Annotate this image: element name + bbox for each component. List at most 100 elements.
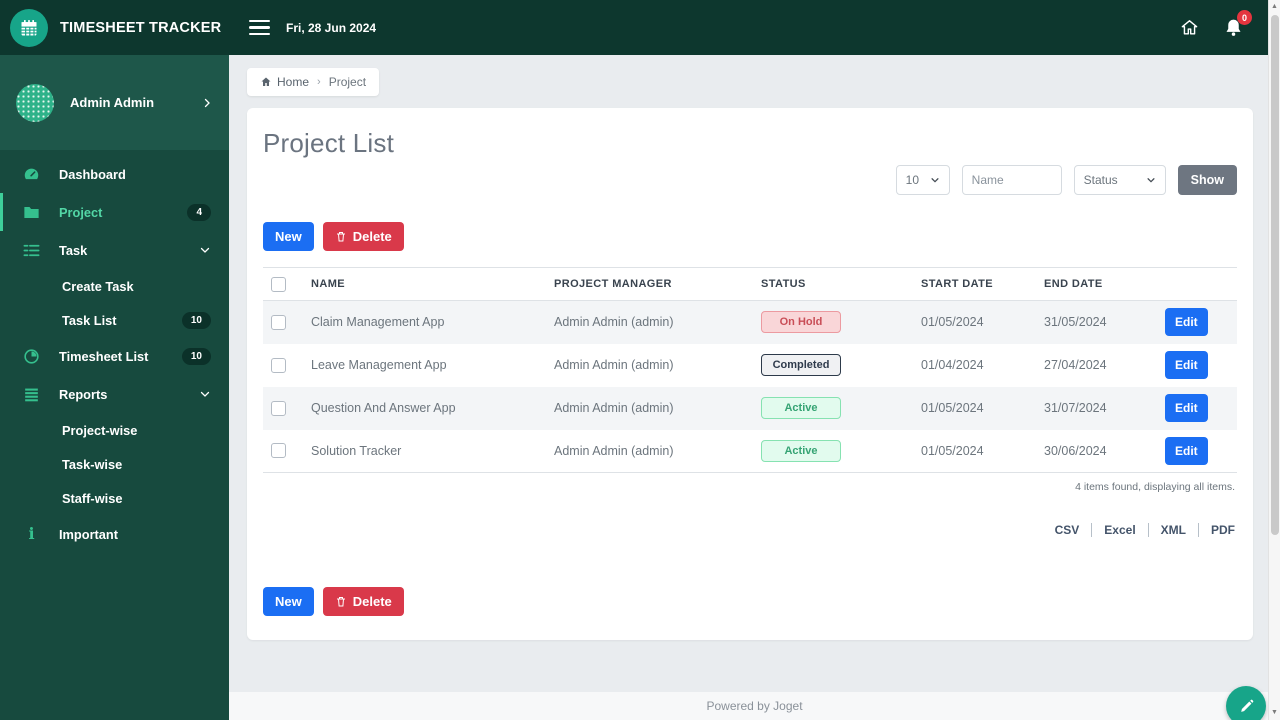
table-summary: 4 items found, displaying all items. (1075, 481, 1235, 493)
chevron-down-icon (199, 388, 211, 400)
table-header-row: NAME PROJECT MANAGER STATUS START DATE E… (263, 267, 1237, 301)
breadcrumb: Home › Project (247, 68, 380, 96)
user-name: Admin Admin (70, 95, 155, 110)
current-date: Fri, 28 Jun 2024 (286, 20, 377, 35)
status-badge: Active (761, 397, 841, 419)
breadcrumb-home-link[interactable]: Home (260, 75, 309, 89)
breadcrumb-current: Project (328, 75, 367, 89)
sidebar-item-label: Important (59, 526, 119, 542)
project-manager: Admin Admin (admin) (554, 401, 674, 415)
home-icon (261, 77, 271, 86)
end-date: 31/05/2024 (1044, 315, 1107, 330)
sidebar-item-task-wise[interactable]: Task-wise (0, 447, 229, 481)
info-icon: i (28, 524, 35, 543)
project-name: Solution Tracker (311, 443, 402, 458)
delete-button-top[interactable]: Delete (322, 222, 404, 251)
edit-fab-pencil-icon[interactable] (1226, 686, 1266, 720)
page-footer: Powered by Joget (229, 692, 1280, 720)
project-manager: Admin Admin (admin) (554, 315, 674, 330)
sidebar-item-label: Task (59, 242, 88, 258)
delete-button-bottom[interactable]: Delete (322, 587, 404, 616)
column-header-end: END DATE (1040, 267, 1161, 301)
project-name: Claim Management App (311, 315, 445, 330)
export-csv-link[interactable]: CSV (1043, 523, 1093, 537)
sidebar-item-label: Task List (62, 312, 117, 328)
row-checkbox[interactable] (271, 314, 286, 330)
sidebar-item-label: Reports (59, 386, 108, 402)
column-header-status: STATUS (757, 267, 917, 301)
column-header-start: START DATE (917, 267, 1040, 301)
app-root: TIMESHEET TRACKER Fri, 28 Jun 2024 0 Adm… (0, 0, 1280, 720)
row-checkbox[interactable] (271, 357, 286, 373)
sidebar-item-create-task[interactable]: Create Task (0, 269, 229, 303)
vertical-scrollbar[interactable]: ▲ ▼ (1268, 0, 1280, 720)
sidebar-item-label: Task-wise (62, 456, 123, 472)
start-date: 01/05/2024 (921, 443, 984, 458)
export-links: CSV Excel XML PDF (263, 523, 1237, 537)
sidebar-item-project[interactable]: Project 4 (0, 193, 229, 231)
sidebar-item-task-list[interactable]: Task List 10 (0, 303, 229, 337)
scrollbar-thumb[interactable] (1270, 15, 1279, 535)
export-excel-link[interactable]: Excel (1092, 523, 1149, 537)
sidebar-item-important[interactable]: i Important (0, 515, 229, 553)
user-avatar (16, 83, 54, 122)
export-xml-link[interactable]: XML (1149, 523, 1199, 537)
home-icon[interactable] (1180, 18, 1199, 37)
sidebar-item-label: Create Task (62, 278, 134, 294)
project-name: Leave Management App (311, 358, 447, 372)
table-actions-top: New Delete (263, 222, 1237, 251)
sidebar-item-label: Timesheet List (59, 348, 149, 364)
project-table: NAME PROJECT MANAGER STATUS START DATE E… (263, 267, 1237, 473)
sidebar-item-reports[interactable]: Reports (0, 375, 229, 413)
name-filter-input[interactable] (961, 165, 1062, 195)
new-button-bottom[interactable]: New (263, 587, 314, 616)
report-lines-icon (21, 385, 42, 404)
sidebar-item-timesheet-list[interactable]: Timesheet List 10 (0, 337, 229, 375)
project-manager: Admin Admin (admin) (554, 443, 674, 458)
sidebar-item-dashboard[interactable]: Dashboard (0, 155, 229, 193)
edit-button[interactable]: Edit (1165, 308, 1208, 337)
sidebar-item-label: Staff-wise (62, 490, 123, 506)
app-logo-calendar-icon (10, 8, 48, 47)
chevron-down-icon (1147, 178, 1155, 183)
end-date: 30/06/2024 (1044, 443, 1107, 458)
notifications-bell-icon[interactable]: 0 (1223, 10, 1252, 38)
top-bar: TIMESHEET TRACKER Fri, 28 Jun 2024 0 (0, 0, 1280, 55)
column-header-name: NAME (307, 267, 550, 301)
project-list-card: Project List 10 Status Show New Delete (247, 108, 1253, 640)
start-date: 01/05/2024 (921, 401, 984, 415)
scroll-down-arrow[interactable]: ▼ (1271, 706, 1278, 720)
column-header-manager: PROJECT MANAGER (550, 267, 757, 301)
sidebar-item-staff-wise[interactable]: Staff-wise (0, 481, 229, 515)
topbar-left: Fri, 28 Jun 2024 (249, 19, 377, 36)
new-button-top[interactable]: New (263, 222, 314, 251)
sidebar-item-label: Dashboard (59, 166, 126, 182)
row-checkbox[interactable] (271, 443, 286, 459)
project-manager: Admin Admin (admin) (554, 358, 674, 372)
edit-button[interactable]: Edit (1165, 436, 1208, 465)
sidebar-item-task[interactable]: Task (0, 231, 229, 269)
start-date: 01/04/2024 (921, 358, 984, 372)
sidebar: Admin Admin Dashboard Project 4 Task Cre… (0, 55, 229, 720)
user-profile[interactable]: Admin Admin (0, 55, 229, 150)
app-title: TIMESHEET TRACKER (60, 19, 222, 36)
select-all-checkbox[interactable] (271, 276, 286, 292)
scroll-up-arrow[interactable]: ▲ (1271, 0, 1278, 14)
page-size-select[interactable]: 10 (895, 165, 950, 195)
status-badge: On Hold (761, 311, 841, 334)
chevron-down-icon (199, 244, 211, 256)
sidebar-item-project-wise[interactable]: Project-wise (0, 413, 229, 447)
show-button[interactable]: Show (1177, 165, 1237, 195)
export-pdf-link[interactable]: PDF (1199, 523, 1237, 537)
project-count-badge: 4 (187, 203, 211, 221)
edit-button[interactable]: Edit (1165, 394, 1208, 422)
edit-button[interactable]: Edit (1165, 351, 1208, 379)
end-date: 31/07/2024 (1044, 401, 1107, 415)
chevron-right-icon (201, 97, 213, 109)
status-filter-select[interactable]: Status (1073, 165, 1166, 195)
breadcrumb-separator: › (317, 76, 321, 88)
row-checkbox[interactable] (271, 400, 286, 416)
clock-icon (21, 347, 42, 366)
sidebar-item-label: Project-wise (62, 422, 138, 438)
menu-toggle-icon[interactable] (249, 19, 270, 36)
